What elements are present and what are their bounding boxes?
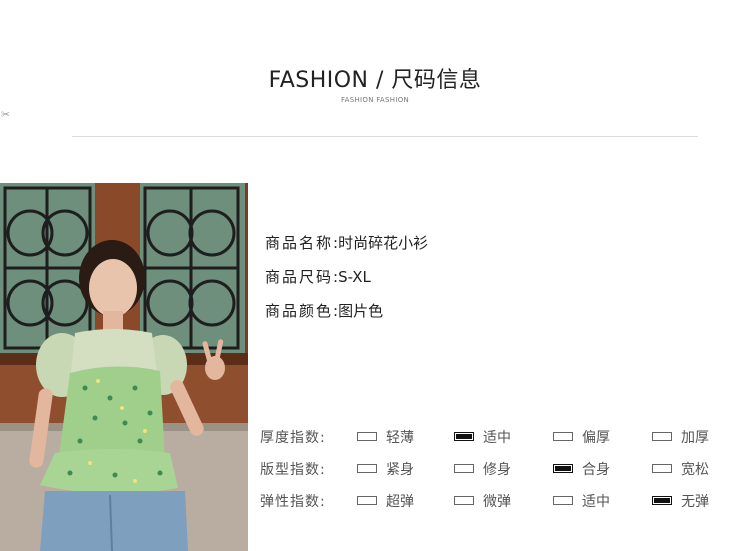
checkbox-icon — [553, 495, 573, 505]
spec-option: 无弹 — [652, 491, 709, 511]
info-label: 商品尺码 — [265, 268, 334, 286]
spec-label: 弹性指数: — [260, 494, 326, 510]
info-label: 商品名称 — [265, 234, 334, 252]
checkbox-icon — [652, 431, 672, 441]
page-title: FASHION / 尺码信息 — [268, 68, 482, 93]
option-label: 宽松 — [681, 462, 709, 478]
option-label: 无弹 — [681, 494, 709, 510]
spec-label: 厚度指数: — [260, 430, 326, 446]
option-label: 合身 — [582, 462, 610, 478]
spec-option: 修身 — [454, 459, 511, 479]
spec-option: 适中 — [553, 491, 610, 511]
thickness-row: 厚度指数: 轻薄 适中 偏厚 加厚 — [260, 427, 740, 459]
spec-option: 超弹 — [357, 491, 414, 511]
spec-option: 偏厚 — [553, 427, 610, 447]
option-label: 紧身 — [386, 462, 414, 478]
checkbox-icon — [454, 495, 474, 505]
fit-row: 版型指数: 紧身 修身 合身 宽松 — [260, 459, 740, 491]
spec-option: 合身 — [553, 459, 610, 479]
product-info: 商品名称:时尚碎花小衫 商品尺码:S-XL 商品颜色:图片色 — [265, 236, 428, 338]
header-divider — [72, 136, 698, 137]
spec-option: 轻薄 — [357, 427, 414, 447]
info-value: :图片色 — [333, 302, 384, 320]
spec-option: 宽松 — [652, 459, 709, 479]
checkbox-icon — [553, 431, 573, 441]
checkbox-icon — [553, 463, 573, 473]
scissor-icon: ✂ — [1, 108, 11, 121]
checkbox-icon — [357, 431, 377, 441]
spec-label: 版型指数: — [260, 462, 326, 478]
checkbox-icon — [652, 463, 672, 473]
option-label: 修身 — [483, 462, 511, 478]
product-color-row: 商品颜色:图片色 — [265, 304, 428, 338]
product-size-row: 商品尺码:S-XL — [265, 270, 428, 304]
spec-table: 厚度指数: 轻薄 适中 偏厚 加厚 版型指数: 紧身 修身 合身 宽松 弹性指数… — [260, 427, 740, 523]
option-label: 加厚 — [681, 430, 709, 446]
checkbox-icon — [357, 495, 377, 505]
spec-option: 微弹 — [454, 491, 511, 511]
option-label: 偏厚 — [582, 430, 610, 446]
option-label: 超弹 — [386, 494, 414, 510]
spec-option: 适中 — [454, 427, 511, 447]
info-value: :时尚碎花小衫 — [333, 234, 429, 252]
option-label: 轻薄 — [386, 430, 414, 446]
info-label: 商品颜色 — [265, 302, 334, 320]
product-name-row: 商品名称:时尚碎花小衫 — [265, 236, 428, 270]
checkbox-icon — [357, 463, 377, 473]
checkbox-icon — [454, 463, 474, 473]
option-label: 适中 — [582, 494, 610, 510]
elasticity-row: 弹性指数: 超弹 微弹 适中 无弹 — [260, 491, 740, 523]
checkbox-icon — [652, 495, 672, 505]
spec-option: 紧身 — [357, 459, 414, 479]
product-photo — [0, 183, 248, 551]
spec-option: 加厚 — [652, 427, 709, 447]
option-label: 适中 — [483, 430, 511, 446]
option-label: 微弹 — [483, 494, 511, 510]
checkbox-icon — [454, 431, 474, 441]
page-subtitle: FASHION FASHION — [340, 96, 410, 104]
info-value: :S-XL — [333, 268, 371, 286]
